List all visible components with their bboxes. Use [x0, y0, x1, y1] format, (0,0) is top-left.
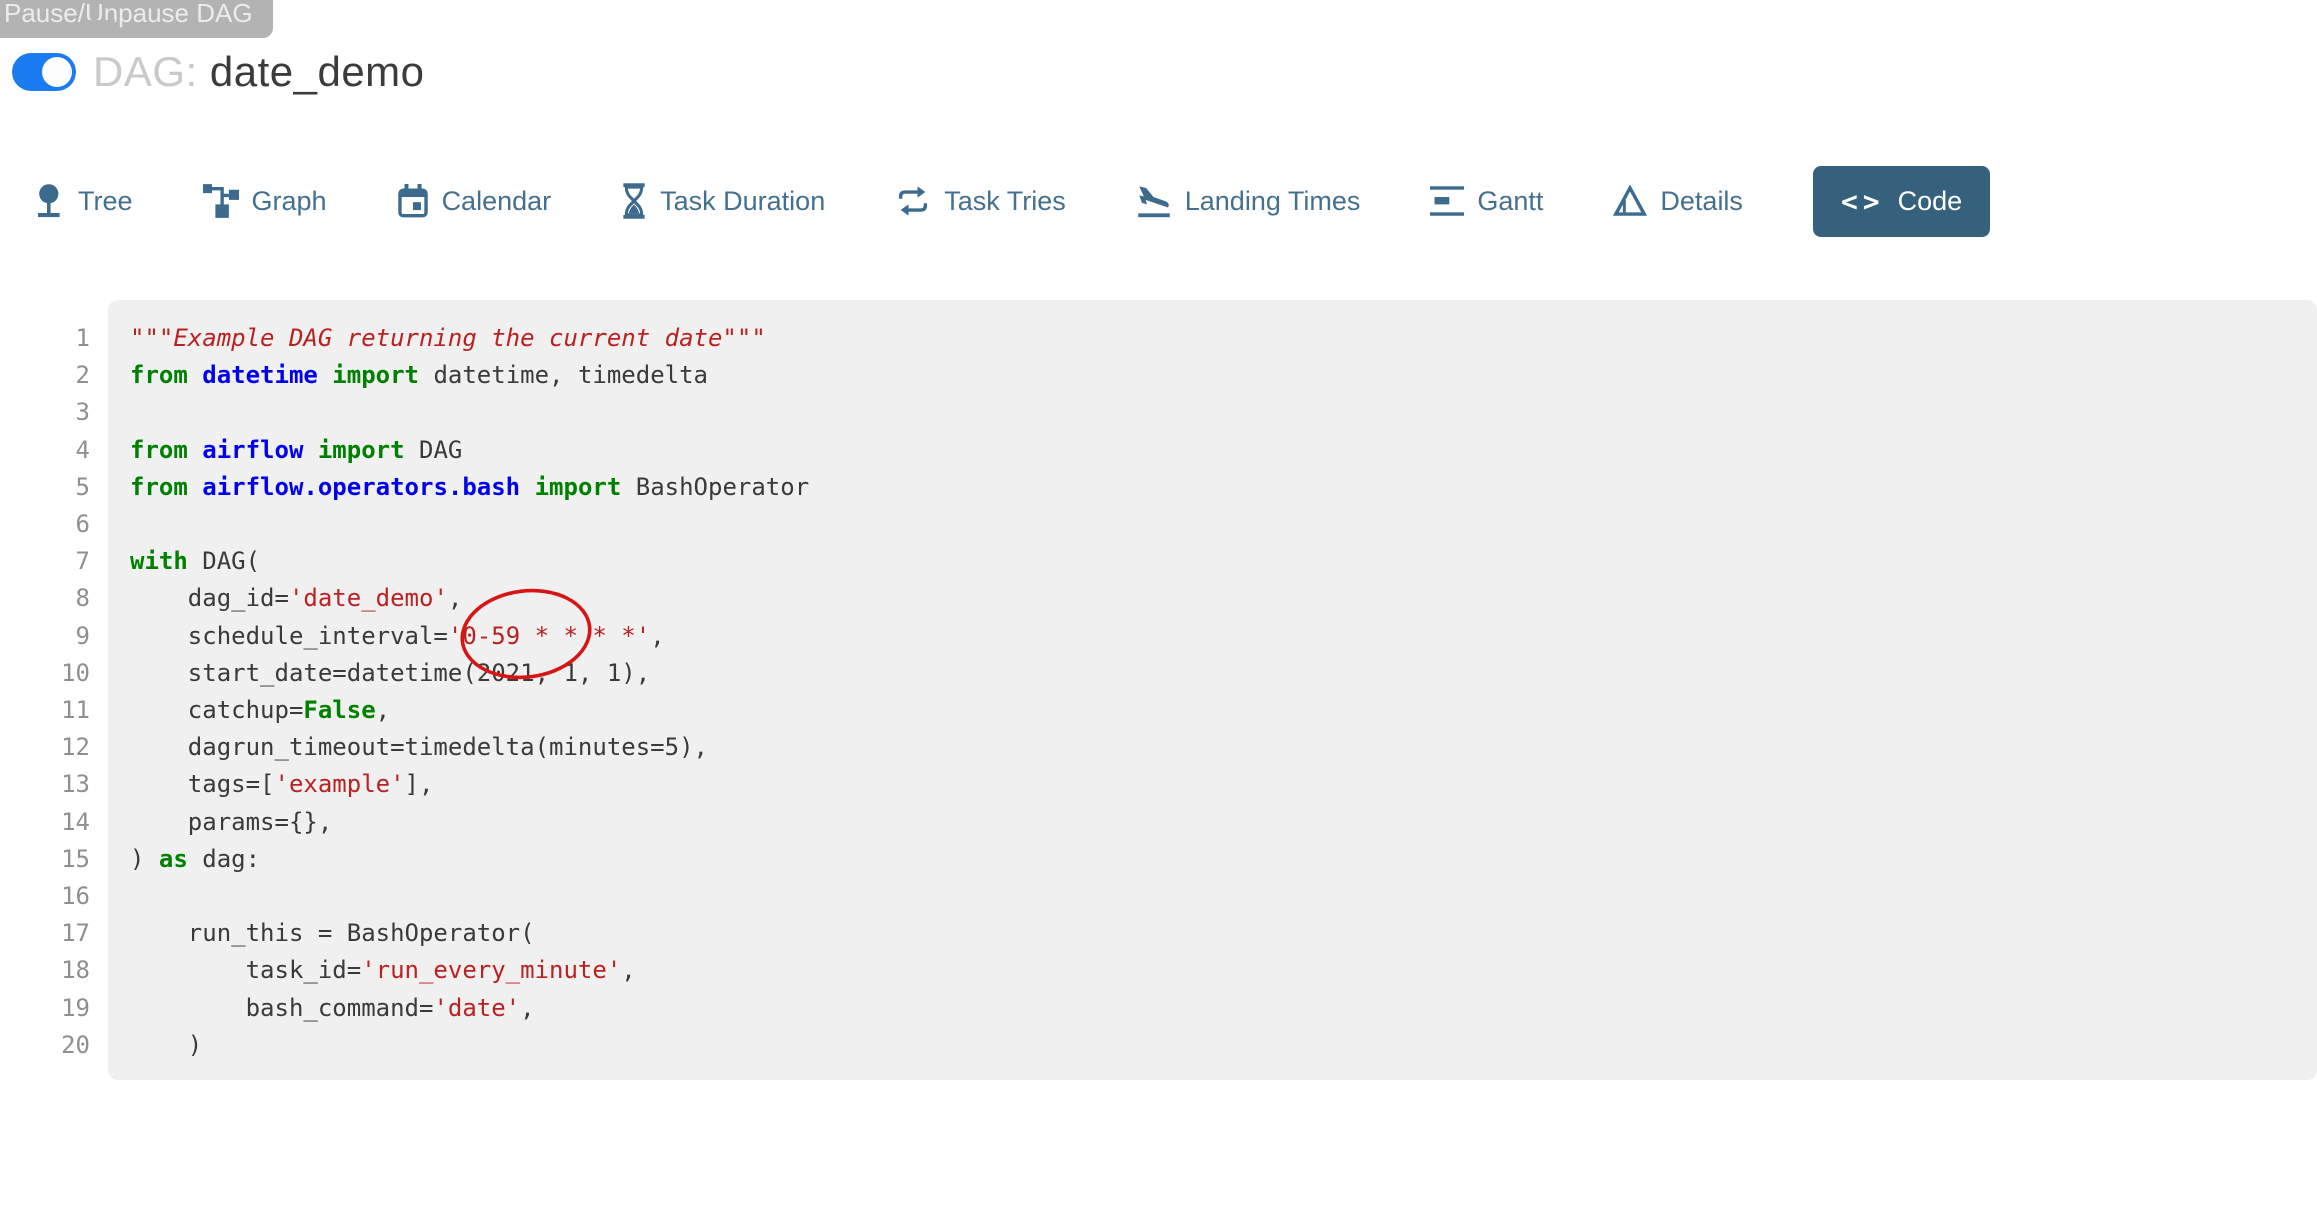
- code-line: bash_command='date',: [130, 990, 809, 1027]
- code-line: [130, 394, 809, 431]
- code-line: from airflow import DAG: [130, 432, 809, 469]
- line-number: 2: [0, 357, 90, 394]
- calendar-icon: [397, 184, 429, 218]
- page-title: DAG: date_demo: [93, 48, 425, 96]
- graph-icon: [203, 184, 239, 218]
- code-lines: """Example DAG returning the current dat…: [130, 320, 809, 1064]
- code-line: catchup=False,: [130, 692, 809, 729]
- line-number: 6: [0, 506, 90, 543]
- dag-name: date_demo: [210, 48, 425, 95]
- dag-pause-toggle[interactable]: [12, 53, 76, 91]
- tab-label: Gantt: [1477, 186, 1543, 217]
- tab-gantt[interactable]: Gantt: [1430, 186, 1543, 217]
- pause-toggle-tooltip: Pause/Unpause DAG: [0, 0, 273, 38]
- code-line: dagrun_timeout=timedelta(minutes=5),: [130, 729, 809, 766]
- tab-label: Calendar: [442, 186, 552, 217]
- tab-graph[interactable]: Graph: [203, 184, 327, 218]
- line-number: 16: [0, 878, 90, 915]
- line-number: 12: [0, 729, 90, 766]
- code-line: task_id='run_every_minute',: [130, 952, 809, 989]
- tab-label: Task Duration: [660, 186, 825, 217]
- dag-header: DAG: date_demo: [12, 44, 425, 100]
- line-number: 19: [0, 990, 90, 1027]
- line-number: 11: [0, 692, 90, 729]
- tab-task-duration[interactable]: Task Duration: [621, 183, 825, 219]
- hourglass-icon: [621, 183, 647, 219]
- code-line: schedule_interval='0-59 * * * *',: [130, 618, 809, 655]
- tree-icon: [35, 183, 65, 219]
- code-line: params={},: [130, 804, 809, 841]
- code-line: from airflow.operators.bash import BashO…: [130, 469, 809, 506]
- code-line: with DAG(: [130, 543, 809, 580]
- line-number: 8: [0, 580, 90, 617]
- code-line: dag_id='date_demo',: [130, 580, 809, 617]
- tab-label: Graph: [252, 186, 327, 217]
- code-line: run_this = BashOperator(: [130, 915, 809, 952]
- tab-details[interactable]: Details: [1613, 185, 1743, 217]
- tab-label: Task Tries: [944, 186, 1066, 217]
- line-number: 4: [0, 432, 90, 469]
- line-number: 13: [0, 766, 90, 803]
- line-number: 10: [0, 655, 90, 692]
- code-line: from datetime import datetime, timedelta: [130, 357, 809, 394]
- toggle-knob: [42, 57, 72, 87]
- code-line: [130, 878, 809, 915]
- tooltip-text: Pause/Unpause DAG: [4, 0, 253, 28]
- code-line: """Example DAG returning the current dat…: [130, 320, 809, 357]
- tab-calendar[interactable]: Calendar: [397, 184, 552, 218]
- details-triangle-icon: [1613, 185, 1647, 217]
- plane-landing-icon: [1136, 184, 1172, 218]
- code-line: tags=['example'],: [130, 766, 809, 803]
- code-line: ) as dag:: [130, 841, 809, 878]
- line-number: 18: [0, 952, 90, 989]
- code-brackets-icon: <>: [1841, 185, 1885, 218]
- tab-task-tries[interactable]: Task Tries: [895, 185, 1066, 217]
- dag-view-tabs: Tree Graph Calendar: [35, 162, 1990, 240]
- tab-tree[interactable]: Tree: [35, 183, 133, 219]
- tab-label: Code: [1898, 186, 1963, 217]
- code-line: [130, 506, 809, 543]
- tab-landing-times[interactable]: Landing Times: [1136, 184, 1361, 218]
- line-number: 20: [0, 1027, 90, 1064]
- tab-code[interactable]: <> Code: [1813, 166, 1990, 237]
- dag-label: DAG:: [93, 48, 198, 95]
- line-number: 9: [0, 618, 90, 655]
- line-number: 5: [0, 469, 90, 506]
- tooltip-arrow: [86, 20, 116, 35]
- line-number: 1: [0, 320, 90, 357]
- tab-label: Tree: [78, 186, 133, 217]
- line-number: 7: [0, 543, 90, 580]
- line-number: 14: [0, 804, 90, 841]
- gantt-bars-icon: [1430, 186, 1464, 216]
- code-line: ): [130, 1027, 809, 1064]
- repeat-icon: [895, 185, 931, 217]
- line-number: 15: [0, 841, 90, 878]
- tab-label: Landing Times: [1185, 186, 1361, 217]
- line-number: 3: [0, 394, 90, 431]
- code-line: start_date=datetime(2021, 1, 1),: [130, 655, 809, 692]
- line-number-gutter: 1234567891011121314151617181920: [0, 320, 90, 1064]
- line-number: 17: [0, 915, 90, 952]
- tab-label: Details: [1660, 186, 1743, 217]
